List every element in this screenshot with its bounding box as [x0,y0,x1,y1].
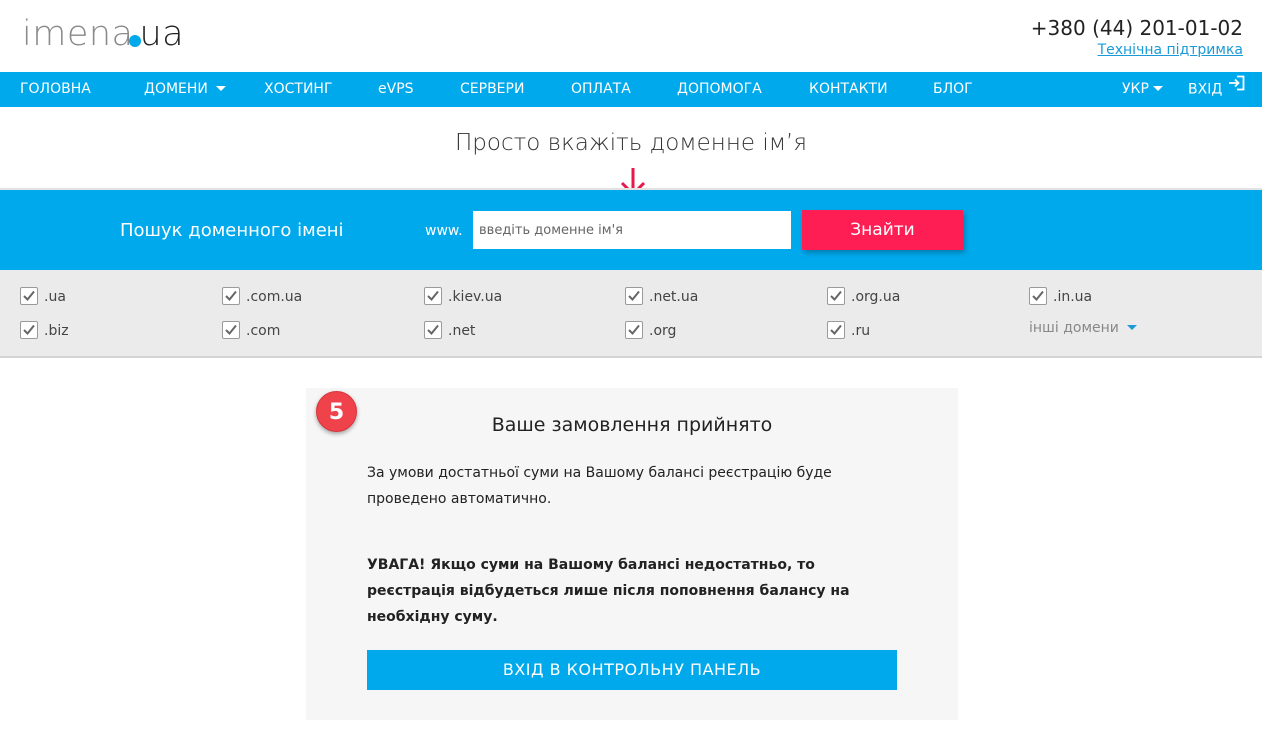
checkbox-icon [20,287,38,305]
nav-item-blog[interactable]: БЛОГ [933,72,973,107]
checkbox-icon [424,321,442,339]
checkbox-icon [424,287,442,305]
order-title: Ваше замовлення прийнято [491,414,773,436]
zone-label: .ua [44,289,66,305]
zone-checkbox-in-ua[interactable]: .in.ua [1029,287,1093,306]
www-prefix: www. [425,223,463,239]
zone-label: .com [246,323,281,339]
nav-item-payment[interactable]: ОПЛАТА [571,72,631,107]
main-nav: ГОЛОВНА ДОМЕНИ ХОСТИНГ eVPS СЕРВЕРИ ОПЛА… [0,72,1262,107]
nav-item-evps[interactable]: eVPS [378,72,414,107]
zone-label: .net.ua [649,289,699,305]
zone-label: .org.ua [851,289,901,305]
zone-label: .org [649,323,677,339]
nav-item-contacts[interactable]: КОНТАКТИ [809,72,888,107]
zone-checkbox-kiev-ua[interactable]: .kiev.ua [424,287,503,306]
search-label: Пошук доменного імені [120,220,344,241]
language-label: УКР [1122,81,1149,97]
zone-label: .in.ua [1053,289,1093,305]
nav-item-help[interactable]: ДОПОМОГА [677,72,762,107]
zone-checkbox-ua[interactable]: .ua [20,287,66,306]
zone-label: .net [448,323,476,339]
nav-item-servers[interactable]: СЕРВЕРИ [460,72,524,107]
other-domains-label: інші домени [1029,320,1119,336]
zone-label: .com.ua [246,289,303,305]
checkbox-icon [222,287,240,305]
nav-item-domains-label: ДОМЕНИ [144,81,208,97]
zone-checkbox-com-ua[interactable]: .com.ua [222,287,303,306]
logo-text: imena [22,14,134,54]
checkbox-icon [625,321,643,339]
chevron-down-icon [215,85,226,91]
support-link[interactable]: Технічна підтримка [1031,41,1243,59]
other-domains-dropdown[interactable]: інші домени [1029,320,1137,336]
zone-checkbox-org-ua[interactable]: .org.ua [827,287,901,306]
zone-checkbox-ru[interactable]: .ru [827,321,871,340]
zone-checkbox-net-ua[interactable]: .net.ua [625,287,699,306]
contact-block: +380 (44) 201-01-02 Технічна підтримка [1031,15,1243,59]
zone-label: .ru [851,323,871,339]
find-button[interactable]: Знайти [802,210,963,250]
checkbox-icon [827,287,845,305]
nav-item-home[interactable]: ГОЛОВНА [20,72,91,107]
checkbox-icon [222,321,240,339]
zone-checkbox-net[interactable]: .net [424,321,476,340]
zone-checkbox-org[interactable]: .org [625,321,677,340]
domain-search-panel: Пошук доменного імені www. Знайти [0,188,1262,270]
zone-label: .kiev.ua [448,289,503,305]
language-selector[interactable]: УКР [1122,72,1163,107]
zone-checkbox-com[interactable]: .com [222,321,281,340]
logo[interactable]: imena ua [22,14,184,54]
chevron-down-icon [1126,324,1137,330]
chevron-down-icon [1152,85,1163,91]
nav-item-hosting[interactable]: ХОСТИНГ [264,72,332,107]
domain-search-input[interactable] [473,211,791,249]
order-message: За умови достатньої суми на Вашому балан… [367,465,832,507]
checkbox-icon [1029,287,1047,305]
order-warning: УВАГА! Якщо суми на Вашому балансі недос… [367,557,850,625]
nav-item-domains[interactable]: ДОМЕНИ [144,72,226,107]
login-label: ВХІД [1188,81,1223,98]
zone-checkbox-biz[interactable]: .biz [20,321,69,340]
login-icon [1228,70,1245,105]
domain-zones: .ua .com.ua .kiev.ua .net.ua .org.ua .in… [0,270,1262,358]
logo-domain: ua [139,14,185,54]
page-tagline: Просто вкажіть доменне ім’я [455,130,807,156]
control-panel-button[interactable]: ВХІД В КОНТРОЛЬНУ ПАНЕЛЬ [367,650,897,690]
phone-number: +380 (44) 201-01-02 [1030,16,1243,40]
checkbox-icon [20,321,38,339]
zone-label: .biz [44,323,69,339]
checkbox-icon [827,321,845,339]
login-link[interactable]: ВХІД [1188,72,1245,107]
checkbox-icon [625,287,643,305]
site-header: imena ua +380 (44) 201-01-02 Технічна під… [0,0,1262,72]
